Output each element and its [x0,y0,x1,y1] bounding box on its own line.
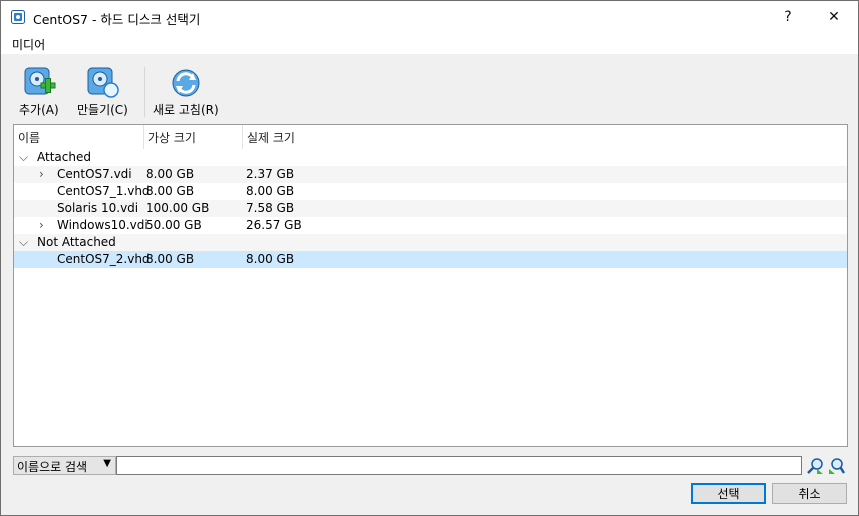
window-title: CentOS7 - 하드 디스크 선택기 [33,12,201,27]
chevron-down-icon[interactable]: ⌵ [19,235,28,250]
table-row[interactable]: CentOS7_1.vhd 8.00 GB 8.00 GB [14,183,847,200]
table-row-selected[interactable]: CentOS7_2.vhd 8.00 GB 8.00 GB [14,251,847,268]
disk-name: CentOS7_1.vhd [57,184,150,198]
actual-size: 8.00 GB [246,252,295,266]
disk-name: Solaris 10.vdi [57,201,139,215]
tree-header: ^ 이름 가상 크기 실제 크기 [14,125,847,149]
group-label: Attached [37,150,91,164]
virtual-size: 50.00 GB [146,218,202,232]
virtualbox-app-icon [11,10,25,24]
column-header-actual-size[interactable]: 실제 크기 [247,129,295,146]
actual-size: 8.00 GB [246,184,295,198]
toolbar-separator [144,67,145,117]
hard-disk-selector-window: CentOS7 - 하드 디스크 선택기 ? ✕ 미디어 추가(A) 만들기(C… [0,0,859,516]
add-button-label: 추가(A) [19,103,59,117]
create-button-label: 만들기(C) [77,103,128,117]
toolbar: 추가(A) 만들기(C) 새로 고침(R) [1,54,858,120]
group-row-attached[interactable]: ⌵ Attached [14,149,847,166]
refresh-icon [172,69,200,97]
search-backward-icon[interactable] [805,456,825,476]
group-row-not-attached[interactable]: ⌵ Not Attached [14,234,847,251]
search-mode-select[interactable]: 이름으로 검색 ▼ [13,456,116,475]
help-button[interactable]: ? [765,1,811,33]
add-disk-icon [24,67,56,95]
search-bar: 이름으로 검색 ▼ [13,456,848,476]
menu-bar: 미디어 [1,33,858,54]
chevron-down-icon[interactable]: ⌵ [19,150,28,165]
search-forward-icon[interactable] [827,456,847,476]
column-divider[interactable] [143,125,144,149]
dropdown-arrow-icon: ▼ [103,458,111,469]
title-bar: CentOS7 - 하드 디스크 선택기 ? ✕ [1,1,858,33]
close-button[interactable]: ✕ [811,1,857,33]
disk-name: CentOS7.vdi [57,167,132,181]
disk-name: Windows10.vdi [57,218,148,232]
add-button[interactable]: 추가(A) [19,66,59,118]
group-label: Not Attached [37,235,116,249]
column-divider[interactable] [242,125,243,149]
column-header-virtual-size[interactable]: 가상 크기 [148,129,196,146]
menu-item-media[interactable]: 미디어 [12,36,45,53]
actual-size: 2.37 GB [246,167,295,181]
table-row[interactable]: › CentOS7.vdi 8.00 GB 2.37 GB [14,166,847,183]
chevron-right-icon[interactable]: › [39,218,44,232]
create-button[interactable]: 만들기(C) [77,66,128,118]
virtual-size: 8.00 GB [146,252,195,266]
virtual-size: 100.00 GB [146,201,210,215]
chevron-right-icon[interactable]: › [39,167,44,181]
search-input[interactable] [116,456,802,475]
cancel-button[interactable]: 취소 [772,483,847,504]
actual-size: 26.57 GB [246,218,302,232]
table-row[interactable]: Solaris 10.vdi 100.00 GB 7.58 GB [14,200,847,217]
table-row[interactable]: › Windows10.vdi 50.00 GB 26.57 GB [14,217,847,234]
virtual-size: 8.00 GB [146,184,195,198]
search-mode-value: 이름으로 검색 [17,460,88,474]
refresh-button[interactable]: 새로 고침(R) [153,66,219,118]
choose-button[interactable]: 선택 [691,483,766,504]
column-header-name[interactable]: 이름 [18,129,40,146]
actual-size: 7.58 GB [246,201,295,215]
create-disk-icon [87,67,120,98]
virtual-size: 8.00 GB [146,167,195,181]
sort-ascending-icon: ^ [74,124,83,132]
disk-name: CentOS7_2.vhd [57,252,150,266]
hard-disk-tree[interactable]: ^ 이름 가상 크기 실제 크기 ⌵ Attached › CentOS7.vd… [13,124,848,447]
refresh-button-label: 새로 고침(R) [153,103,219,117]
